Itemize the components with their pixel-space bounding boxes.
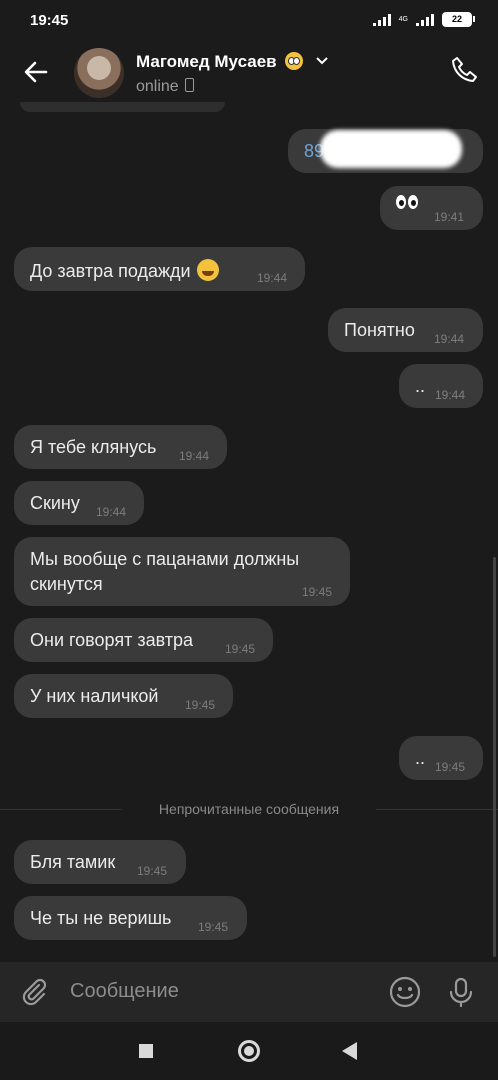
message-bubble-in[interactable]: Они говорят завтра 19:45	[14, 618, 273, 662]
message-time: 19:44	[435, 388, 466, 402]
message-text: Я тебе клянусь	[30, 437, 157, 457]
status-label: online	[136, 78, 179, 95]
message-time: 19:44	[179, 449, 210, 463]
message-text: Понятно	[344, 320, 415, 340]
message-text: У них наличкой	[30, 686, 159, 706]
message-time: 19:45	[435, 760, 466, 774]
attach-paperclip-icon[interactable]	[18, 976, 50, 1008]
message-text-line2: скинутся	[30, 574, 103, 594]
mobile-icon	[184, 78, 194, 92]
phone-icon[interactable]	[448, 54, 480, 86]
message-input[interactable]: Сообщение	[70, 980, 179, 1003]
contact-name: Магомед Мусаев	[136, 52, 277, 71]
signal-icon-2	[416, 13, 434, 26]
system-nav-bar	[0, 1022, 498, 1080]
message-bubble-out[interactable]: .. 19:45	[399, 736, 483, 780]
message-time: 19:44	[96, 505, 127, 519]
message-time: 19:45	[198, 920, 229, 934]
message-text: Скину	[30, 493, 80, 513]
home-icon[interactable]	[238, 1040, 260, 1062]
contact-name-row[interactable]: Магомед Мусаев	[136, 52, 328, 72]
contact-status: online	[136, 78, 194, 96]
message-text: До завтра подажди	[30, 259, 219, 282]
redaction-overlay	[320, 130, 462, 168]
chevron-down-icon	[316, 57, 328, 65]
message-text: Че ты не веришь	[30, 908, 172, 928]
eyes-emoji-icon	[396, 195, 420, 214]
recent-apps-icon[interactable]	[139, 1044, 153, 1058]
message-time: 19:45	[225, 642, 256, 656]
laughing-face-icon	[196, 259, 219, 281]
message-text: Они говорят завтра	[30, 630, 194, 650]
message-bubble-out[interactable]: .. 19:44	[399, 364, 483, 408]
message-time: 19:44	[434, 332, 465, 346]
back-triangle-icon[interactable]	[342, 1042, 357, 1060]
flushed-face-icon	[285, 52, 304, 70]
message-bubble-in[interactable]: Мы вообще с пацанами должны скинутся 19:…	[14, 537, 350, 606]
scrollbar[interactable]	[493, 557, 496, 957]
battery-icon: 22	[442, 12, 475, 27]
message-bubble-in[interactable]: До завтра подажди 19:44	[14, 247, 305, 291]
message-text: ..	[415, 748, 426, 768]
message-bubble-in[interactable]: У них наличкой 19:45	[14, 674, 233, 718]
message-bubble-out[interactable]: Понятно 19:44	[328, 308, 483, 352]
message-text: Бля тамик	[30, 852, 116, 872]
network-type: 4G	[398, 16, 408, 23]
message-text: Мы вообще с пацанами должны	[30, 549, 300, 569]
status-icons: 4G 22	[372, 12, 475, 27]
unread-divider-label: Непрочитанные сообщения	[158, 801, 340, 817]
message-bubble-in[interactable]: Я тебе клянусь 19:44	[14, 425, 227, 469]
microphone-icon[interactable]	[444, 975, 478, 1009]
message-bubble-partial	[20, 102, 225, 112]
message-time: 19:41	[434, 210, 465, 224]
message-list[interactable]: 89 19:41 До завтра подажди 19:44 Понятно…	[0, 102, 498, 962]
emoji-smile-icon[interactable]	[388, 975, 422, 1009]
message-text-content: До завтра подажди	[30, 261, 191, 281]
avatar[interactable]	[74, 48, 124, 98]
status-bar: 19:45 4G 22	[0, 0, 498, 44]
message-composer: Сообщение	[0, 962, 498, 1022]
message-bubble-in[interactable]: Бля тамик 19:45	[14, 840, 186, 884]
unread-divider: Непрочитанные сообщения	[0, 801, 498, 817]
message-time: 19:45	[137, 864, 168, 878]
message-bubble-in[interactable]: Че ты не веришь 19:45	[14, 896, 247, 940]
status-time: 19:45	[30, 12, 69, 29]
signal-icon	[372, 13, 391, 26]
chat-header: Магомед Мусаев online	[0, 44, 498, 102]
message-text: ..	[415, 376, 426, 396]
message-bubble-in[interactable]: Скину 19:44	[14, 481, 144, 525]
message-time: 19:45	[185, 698, 216, 712]
back-arrow-icon[interactable]	[20, 56, 52, 88]
message-time: 19:44	[257, 271, 288, 285]
message-time: 19:45	[302, 585, 333, 599]
